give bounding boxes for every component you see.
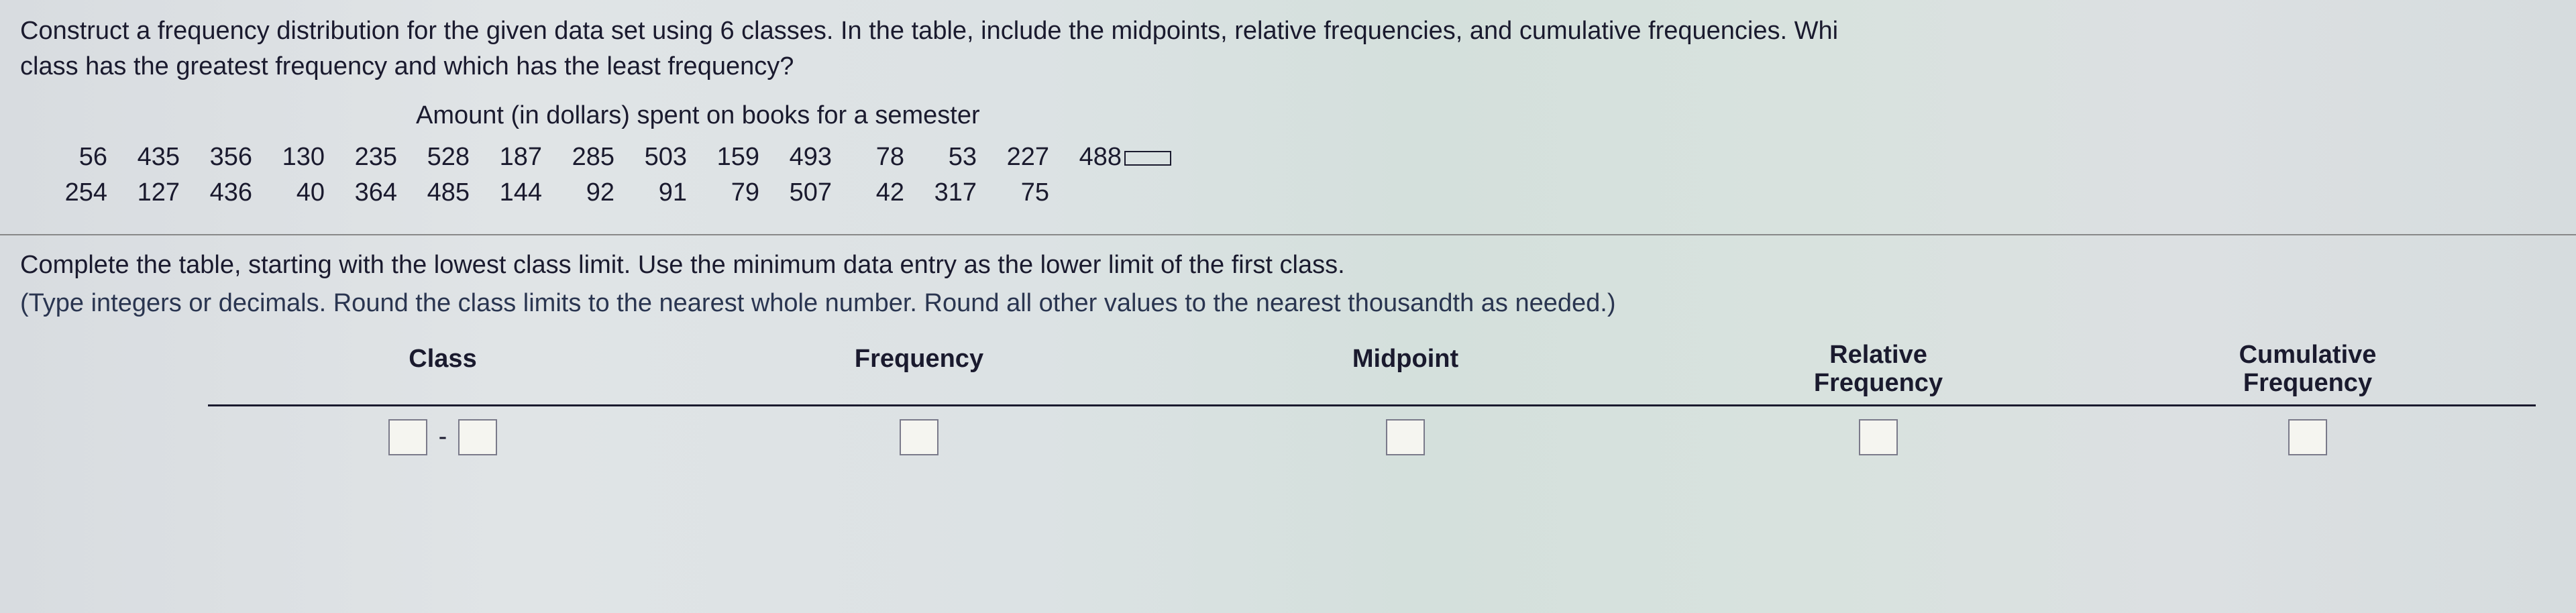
data-value: 159 xyxy=(712,140,759,175)
class-upper-input[interactable] xyxy=(458,419,497,455)
data-value: 488 xyxy=(1075,140,1171,175)
data-title: Amount (in dollars) spent on books for a… xyxy=(416,98,2556,133)
header-relative-frequency: Relative Frequency xyxy=(1650,341,2106,398)
relative-frequency-cell xyxy=(1650,419,2106,455)
data-value: 254 xyxy=(60,175,107,211)
question-line1: Construct a frequency distribution for t… xyxy=(20,13,2556,49)
data-value: 187 xyxy=(495,140,542,175)
instructions-text: Complete the table, starting with the lo… xyxy=(20,247,2556,283)
data-value: 78 xyxy=(857,140,904,175)
data-value: 227 xyxy=(1002,140,1049,175)
frequency-cell xyxy=(678,419,1161,455)
relative-frequency-input[interactable] xyxy=(1859,419,1898,455)
data-value: 436 xyxy=(205,175,252,211)
divider xyxy=(0,234,2576,235)
data-value: 493 xyxy=(785,140,832,175)
data-value: 130 xyxy=(278,140,325,175)
data-value: 528 xyxy=(423,140,470,175)
data-value: 144 xyxy=(495,175,542,211)
data-value: 235 xyxy=(350,140,397,175)
question-text: Construct a frequency distribution for t… xyxy=(20,13,2556,85)
data-value: 56 xyxy=(60,140,107,175)
midpoint-input[interactable] xyxy=(1386,419,1425,455)
header-frequency: Frequency xyxy=(678,341,1161,398)
cumulative-frequency-input[interactable] xyxy=(2288,419,2327,455)
header-midpoint: Midpoint xyxy=(1161,341,1650,398)
header-class: Class xyxy=(208,341,678,398)
copy-icon[interactable] xyxy=(1124,151,1171,166)
data-value: 435 xyxy=(133,140,180,175)
table-row: - xyxy=(208,406,2536,455)
question-line2: class has the greatest frequency and whi… xyxy=(20,49,2556,85)
data-value: 356 xyxy=(205,140,252,175)
data-value: 79 xyxy=(712,175,759,211)
class-lower-input[interactable] xyxy=(388,419,427,455)
data-value: 42 xyxy=(857,175,904,211)
hint-text: (Type integers or decimals. Round the cl… xyxy=(20,286,2556,321)
data-value: 364 xyxy=(350,175,397,211)
data-value: 91 xyxy=(640,175,687,211)
class-cell: - xyxy=(208,419,678,455)
data-value: 485 xyxy=(423,175,470,211)
midpoint-cell xyxy=(1161,419,1650,455)
data-value: 317 xyxy=(930,175,977,211)
data-value: 127 xyxy=(133,175,180,211)
data-value: 507 xyxy=(785,175,832,211)
data-value: 53 xyxy=(930,140,977,175)
data-value: 503 xyxy=(640,140,687,175)
data-row-1: 56 435 356 130 235 528 187 285 503 159 4… xyxy=(60,140,2556,175)
data-value: 285 xyxy=(568,140,614,175)
frequency-table: Class Frequency Midpoint Relative Freque… xyxy=(208,341,2536,455)
data-row-2: 254 127 436 40 364 485 144 92 91 79 507 … xyxy=(60,175,2556,211)
data-value: 92 xyxy=(568,175,614,211)
frequency-input[interactable] xyxy=(900,419,938,455)
data-set: 56 435 356 130 235 528 187 285 503 159 4… xyxy=(60,140,2556,211)
cumulative-frequency-cell xyxy=(2106,419,2509,455)
table-header-row: Class Frequency Midpoint Relative Freque… xyxy=(208,341,2536,406)
data-value: 75 xyxy=(1002,175,1049,211)
header-cumulative-frequency: Cumulative Frequency xyxy=(2106,341,2509,398)
dash: - xyxy=(439,423,447,451)
data-value: 40 xyxy=(278,175,325,211)
